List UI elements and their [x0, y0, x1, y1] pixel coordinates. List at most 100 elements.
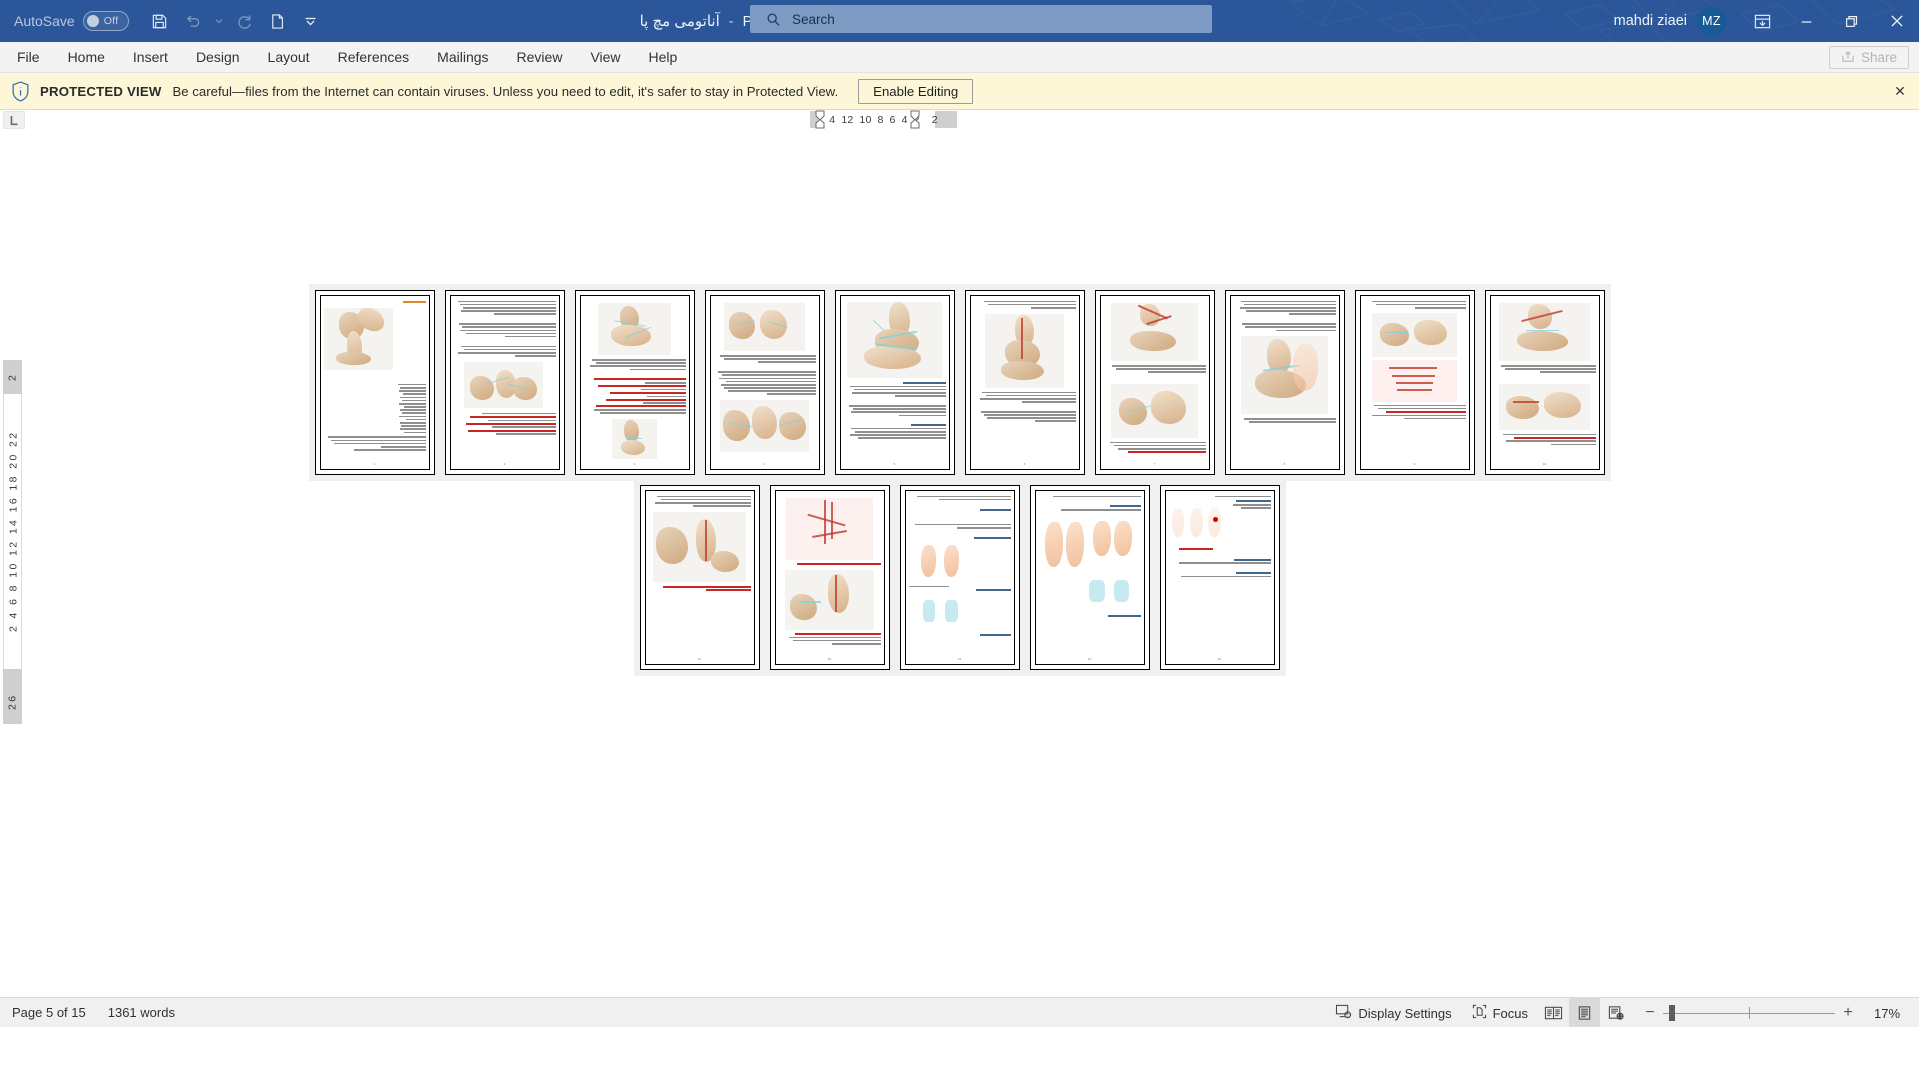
page-frame: 10: [1489, 295, 1600, 470]
protected-view-bar: PROTECTED VIEW Be careful—files from the…: [0, 73, 1919, 110]
close-icon[interactable]: ✕: [1891, 82, 1909, 100]
page-thumbnail[interactable]: 3: [568, 284, 701, 481]
user-name[interactable]: mahdi ziaei: [1614, 13, 1687, 29]
vruler-divider: [3, 669, 22, 679]
page-row-1: 1 2 3 4 5 6 7 8 9 10: [308, 284, 1611, 481]
page-thumbnail[interactable]: 11: [633, 479, 766, 676]
page-thumbnail[interactable]: 8: [1218, 284, 1351, 481]
document-title: آناتومی مچ پا: [639, 13, 720, 30]
autosave-toggle-knob: [86, 15, 99, 27]
page-thumbnail[interactable]: 7: [1088, 284, 1221, 481]
page-thumbnail[interactable]: 12: [763, 479, 896, 676]
status-bar: Page 5 of 15 1361 words Display Settings: [0, 997, 1919, 1027]
page-content: [974, 299, 1076, 466]
protected-view-message: Be careful—files from the Internet can c…: [172, 83, 839, 99]
status-bar-left: Page 5 of 15 1361 words: [12, 1005, 175, 1020]
page-indicator[interactable]: Page 5 of 15: [12, 1005, 86, 1020]
page-frame: 2: [449, 295, 560, 470]
title-bar: AutoSave Off آناتومی مچ پا - Search mahd…: [0, 0, 1919, 42]
display-settings-button[interactable]: Display Settings: [1325, 998, 1461, 1027]
tab-insert[interactable]: Insert: [119, 42, 182, 72]
tab-design[interactable]: Design: [182, 42, 254, 72]
zoom-out-button[interactable]: −: [1637, 1004, 1663, 1022]
ruler-tick: 10: [859, 113, 872, 126]
tab-home[interactable]: Home: [54, 42, 119, 72]
info-shield-icon: [11, 80, 30, 102]
avatar[interactable]: MZ: [1697, 6, 1726, 36]
search-box[interactable]: Search: [750, 5, 1212, 33]
autosave-control[interactable]: AutoSave Off: [14, 11, 129, 31]
status-bar-right: Display Settings Focus − + 17%: [1325, 998, 1919, 1027]
tab-stop-selector[interactable]: [3, 111, 25, 129]
page-content: [714, 299, 816, 466]
page-number: 9: [1413, 462, 1416, 466]
first-line-indent-marker[interactable]: [815, 110, 825, 129]
page-thumbnail[interactable]: 5: [828, 284, 961, 481]
zoom-level[interactable]: 17%: [1861, 1006, 1913, 1021]
save-icon[interactable]: [145, 6, 175, 36]
page-frame: 3: [579, 295, 690, 470]
page-content: [649, 494, 751, 661]
vruler-bottom-margin: 26: [3, 679, 22, 724]
tab-references[interactable]: References: [324, 42, 424, 72]
undo-icon[interactable]: [178, 6, 208, 36]
tab-help[interactable]: Help: [635, 42, 692, 72]
page-number: 5: [893, 462, 896, 466]
page-thumbnail[interactable]: 1: [308, 284, 441, 481]
undo-dropdown-icon[interactable]: [211, 6, 227, 36]
redo-icon[interactable]: [230, 6, 260, 36]
autosave-toggle[interactable]: Off: [82, 11, 129, 31]
word-count[interactable]: 1361 words: [108, 1005, 175, 1020]
horizontal-ruler[interactable]: 4 12 10 8 6 4 2 2: [810, 110, 957, 129]
share-icon: [1841, 50, 1855, 66]
vruler-tick: 26: [6, 693, 19, 710]
document-workspace[interactable]: 2 2 4 6 8 10 12 14 16 18 20 22 26 1 2 3 …: [0, 130, 1919, 1027]
page-content: [779, 494, 881, 661]
tab-mailings[interactable]: Mailings: [423, 42, 502, 72]
page-thumbnail[interactable]: 10: [1478, 284, 1611, 481]
display-settings-icon: [1335, 1004, 1352, 1022]
enable-editing-button[interactable]: Enable Editing: [858, 78, 974, 104]
zoom-in-button[interactable]: +: [1835, 1004, 1861, 1022]
customize-quick-access-icon[interactable]: [296, 6, 326, 36]
minimize-button[interactable]: [1784, 0, 1829, 42]
print-layout-icon[interactable]: [1569, 998, 1600, 1027]
display-settings-label: Display Settings: [1358, 1005, 1452, 1021]
tab-file[interactable]: File: [0, 42, 54, 72]
horizontal-ruler-row: 4 12 10 8 6 4 2 2: [0, 110, 1919, 130]
restore-button[interactable]: [1829, 0, 1874, 42]
page-thumbnail[interactable]: 15: [1153, 479, 1286, 676]
page-number: 3: [633, 462, 636, 466]
page-thumbnail[interactable]: 4: [698, 284, 831, 481]
page-thumbnail[interactable]: 2: [438, 284, 571, 481]
page-thumbnail[interactable]: 14: [1023, 479, 1156, 676]
page-thumbnail[interactable]: 9: [1348, 284, 1481, 481]
page-number: 6: [1023, 462, 1026, 466]
ruler-tick-labels: 4 12 10 8 6 4 2 2: [810, 111, 957, 128]
close-button[interactable]: [1874, 0, 1919, 42]
zoom-slider[interactable]: [1663, 998, 1835, 1027]
focus-button[interactable]: Focus: [1462, 998, 1538, 1027]
page-frame: 5: [839, 295, 950, 470]
page-thumbnail[interactable]: 6: [958, 284, 1091, 481]
ruler-tick: 4: [829, 113, 836, 126]
page-frame: 14: [1034, 490, 1145, 665]
right-indent-marker[interactable]: [910, 110, 920, 129]
zoom-slider-handle[interactable]: [1669, 1005, 1675, 1021]
tab-layout[interactable]: Layout: [254, 42, 324, 72]
page-content: [844, 299, 946, 466]
tab-view[interactable]: View: [576, 42, 634, 72]
ribbon-display-options-icon[interactable]: [1740, 0, 1784, 42]
read-mode-icon[interactable]: [1538, 998, 1569, 1027]
web-layout-icon[interactable]: [1600, 998, 1631, 1027]
page-frame: 7: [1099, 295, 1210, 470]
new-document-icon[interactable]: [263, 6, 293, 36]
ruler-tick: 2: [931, 113, 938, 126]
zoom-control: − + 17%: [1637, 998, 1919, 1027]
search-icon: [766, 12, 781, 27]
page-row-2: 11 12 13 14 15: [633, 479, 1286, 676]
page-thumbnail[interactable]: 13: [893, 479, 1026, 676]
share-button[interactable]: Share: [1828, 46, 1909, 69]
autosave-state: Off: [103, 15, 119, 27]
tab-review[interactable]: Review: [503, 42, 577, 72]
